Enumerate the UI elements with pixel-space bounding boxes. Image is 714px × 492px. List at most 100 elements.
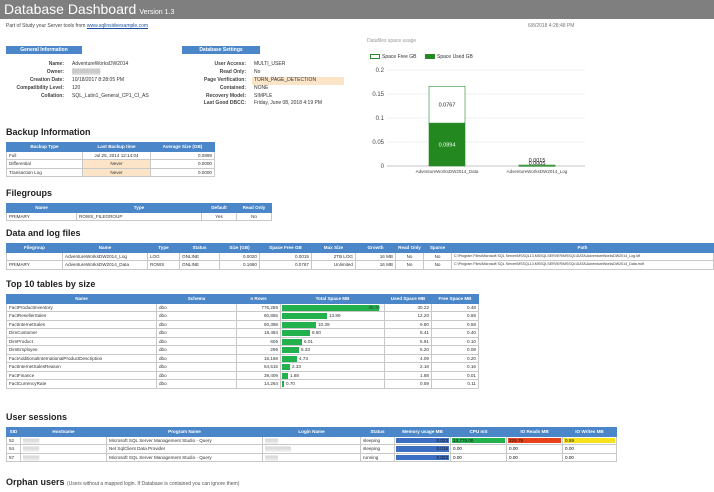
column-header[interactable]: Default (201, 203, 237, 213)
column-header[interactable]: IO Writes MB (562, 427, 617, 437)
column-header[interactable]: Growth (355, 243, 396, 253)
table-cell: 60,855 (236, 311, 281, 321)
table-cell: 0.59 (384, 379, 432, 389)
column-header[interactable]: Space Free GB (259, 243, 312, 253)
table-cell: Never (82, 167, 151, 177)
table-cell: 5.20 (384, 345, 432, 355)
total-space-value: 2.33 (292, 364, 301, 369)
table-cell: ONLINE (179, 251, 220, 261)
column-header[interactable]: Sparse (423, 243, 452, 253)
column-header[interactable]: Average Size (GB) (150, 142, 215, 152)
metric-cell: 0.00 (562, 452, 617, 462)
table-cell: DimEmployee (6, 345, 157, 355)
table-cell: 9.80 (384, 319, 432, 329)
table-row[interactable]: 57 ▒▒▒▒▒ Microsoft SQL Server Management S… (6, 452, 617, 462)
metric-cell: 0.00 (450, 452, 507, 462)
column-header[interactable]: Type (76, 203, 202, 213)
column-header[interactable]: n Rows (236, 294, 281, 304)
column-header[interactable]: Hostname (20, 427, 107, 437)
sessions-section-title: User sessions (6, 412, 68, 422)
column-header[interactable]: Max Size (311, 243, 356, 253)
table-header-row: Name Schema n Rows Total Space MB Used Space… (6, 294, 479, 304)
total-space-value: 13.89 (329, 313, 341, 318)
total-space-bar (282, 372, 288, 379)
metric-value: 0.59 (565, 437, 574, 443)
column-header[interactable]: Program Name (106, 427, 263, 437)
table-cell: 60,398 (236, 319, 281, 329)
total-space-bar (282, 381, 284, 387)
chart-plot: 0 0.05 0.1 0.15 0.2 0.0894 0.0767 AdventureWork… (372, 68, 585, 174)
table-cell: C:\Program Files\Microsoft SQL Server\MS… (451, 251, 714, 261)
kv-key: Recovery Model: (205, 92, 246, 99)
y-tick-label: 0.1 (376, 116, 385, 122)
table-row: FactInternetSalesReason dbo 64,515 2.33 2.16… (6, 362, 479, 372)
column-header[interactable]: Backup Type (6, 142, 83, 152)
column-header[interactable]: IO Reads MB (506, 427, 563, 437)
table-cell: 16 MB (355, 251, 396, 261)
table-cell: 4.09 (384, 353, 432, 363)
table-cell: 12.20 (384, 311, 432, 321)
table-cell: 5.91 (384, 336, 432, 346)
table-cell: 0.0000 (150, 159, 215, 169)
table-cell: 0.0899 (150, 150, 215, 160)
table-cell: 64,515 (236, 362, 281, 372)
table-cell: 0.59 (431, 319, 479, 329)
column-header[interactable]: Name (6, 203, 77, 213)
column-header[interactable]: Status (179, 243, 220, 253)
column-header[interactable]: CPU mS (450, 427, 507, 437)
table-cell: 776,286 (236, 302, 281, 312)
top-tables-table: Name Schema n Rows Total Space MB Used Space… (6, 294, 479, 389)
column-header[interactable]: Schema (156, 294, 237, 304)
table-cell: 16 MB (355, 260, 396, 270)
metric-cell: 0.023 (394, 452, 451, 462)
column-header[interactable]: Memory usage MB (394, 427, 451, 437)
column-header[interactable]: SID (6, 427, 21, 437)
total-space-bar (282, 364, 290, 370)
column-header[interactable]: Total Space MB (280, 294, 385, 304)
table-cell: Yes (201, 211, 237, 221)
table-cell: FactInternetSalesReason (6, 362, 157, 372)
column-header[interactable]: Filegroup (6, 243, 63, 253)
column-header[interactable]: Read Only (395, 243, 424, 253)
kv-row: Read Only: No (160, 69, 350, 77)
table-row[interactable]: 52 ▒▒▒▒▒ Microsoft SQL Server Management S… (6, 435, 617, 445)
column-header[interactable]: Last Backup time (82, 142, 151, 152)
metric-cell: 0.00 (506, 452, 563, 462)
subtitle: Part of Study your Server tools from www… (6, 23, 149, 29)
table-cell: 0.11 (431, 379, 479, 389)
total-space-bar (282, 347, 299, 353)
metric-cell: 13,776.00 (450, 435, 507, 445)
column-header[interactable]: Status (360, 427, 395, 437)
table-row[interactable]: 54 ▒▒▒▒▒ Net SqlClient Data Provider ▒▒▒▒▒▒… (6, 444, 617, 454)
table-cell: LOG (147, 251, 180, 261)
kv-key: Read Only: (219, 68, 246, 75)
website-link[interactable]: www.sqlinsideexample.com (87, 23, 148, 29)
column-header[interactable]: Read Only (236, 203, 272, 213)
table-cell: C:\Program Files\Microsoft SQL Server\MS… (451, 260, 714, 270)
table-cell: 0.20 (431, 353, 479, 363)
column-header[interactable]: Name (6, 294, 157, 304)
table-row: DimProduct dbo 606 6.01 5.91 0.10 (6, 336, 479, 346)
orphan-users-title: Orphan users (Users without a mapped log… (6, 477, 240, 487)
column-header[interactable]: Free Space MB (431, 294, 479, 304)
table-cell: FactProductInventory (6, 302, 157, 312)
column-header[interactable]: Name (62, 243, 148, 253)
total-space-value: 4.73 (299, 355, 308, 361)
kv-value: No (254, 68, 261, 75)
kv-value: ▒▒▒▒▒▒▒▒ (72, 68, 101, 75)
column-header[interactable]: Used Space MB (384, 294, 432, 304)
column-header[interactable]: Login Name (262, 427, 361, 437)
kv-key: Collation: (40, 92, 64, 99)
table-cell: dbo (156, 302, 237, 312)
total-space-value: 1.88 (290, 372, 299, 378)
table-cell: dbo (156, 353, 237, 363)
table-cell: dbo (156, 336, 237, 346)
table-cell: FactFinance (6, 370, 157, 380)
total-space-value: 10.39 (318, 321, 330, 327)
column-header[interactable]: Size (GB) (219, 243, 260, 253)
table-row: FactCurrencyRate dbo 14,264 0.70 0.59 0.11 (6, 379, 479, 389)
legend-used: Space Used GB (425, 54, 473, 60)
column-header[interactable]: Path (451, 243, 714, 253)
x-tick-label: AdventureWorksDW2014_Data (416, 169, 479, 174)
column-header[interactable]: Type (147, 243, 180, 253)
